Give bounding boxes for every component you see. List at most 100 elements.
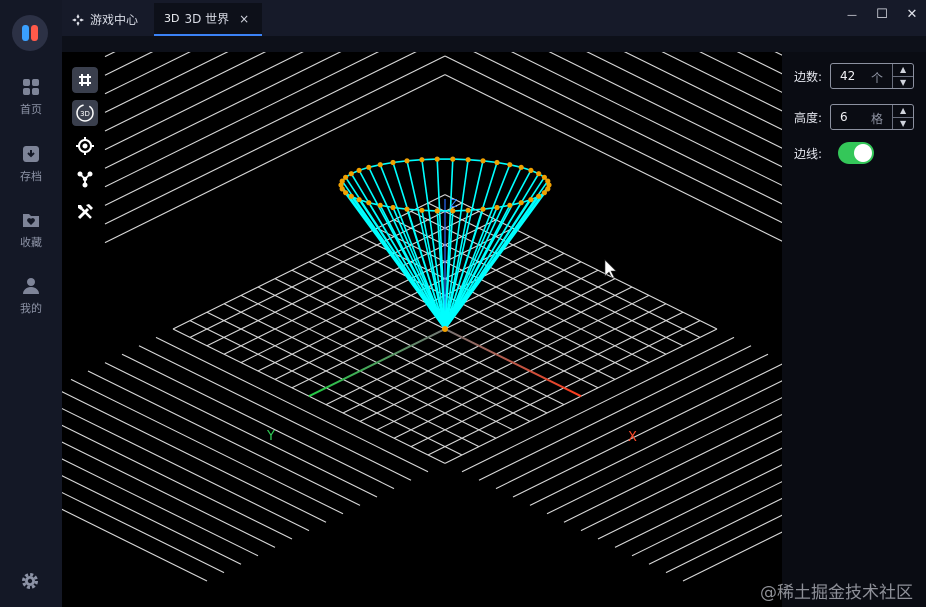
height-row: 高度: 6 格 ▲ ▼ [794, 104, 915, 130]
graph-button[interactable] [72, 166, 98, 192]
grid-icon [23, 79, 39, 95]
floor-stripe-line [648, 497, 782, 565]
grid-planes [62, 52, 782, 582]
settings-button[interactable] [20, 571, 40, 595]
nav-label-favorites: 收藏 [20, 236, 42, 249]
nav-label-archive: 存档 [20, 170, 42, 183]
floor-stripe-line [665, 514, 782, 574]
close-button[interactable]: ✕ [902, 6, 922, 24]
back-wall-line [444, 74, 782, 242]
sides-value[interactable]: 42 [840, 69, 855, 83]
back-wall-line [104, 52, 342, 169]
cone-vertex-dot [404, 206, 410, 212]
cone-vertex-dot [507, 202, 513, 208]
tab-3d-badge: 3D [164, 12, 180, 25]
cone-vertex-dot [480, 158, 486, 164]
nav-item-favorites[interactable]: 收藏 [0, 211, 62, 250]
floor-stripe-line [62, 458, 259, 557]
floor-stripe-line [546, 397, 782, 515]
app-logo[interactable] [12, 15, 48, 51]
cone-vertex-dot [366, 200, 372, 206]
cone-vertex-dot [390, 159, 396, 166]
cone-vertex-dot [465, 157, 471, 163]
cone-vertex-dot [536, 171, 542, 177]
user-icon [23, 278, 39, 294]
edges-toggle[interactable] [838, 142, 875, 164]
cone-vertex-dot [507, 162, 513, 168]
back-wall-line [548, 52, 782, 168]
axis-label-x: X [628, 430, 637, 445]
grid-tool-icon [79, 74, 91, 86]
gamepad-icon [72, 13, 84, 26]
sides-decrement-button[interactable]: ▼ [893, 77, 913, 89]
minimize-icon: — [847, 10, 857, 21]
cone-vertex-dot [390, 204, 396, 211]
3d-rotate-icon: 3D [76, 104, 94, 122]
3d-viewport[interactable]: X Y Z [62, 52, 782, 607]
height-value[interactable]: 6 [840, 110, 848, 124]
gear-icon [22, 573, 38, 589]
mouse-cursor-icon [604, 259, 617, 279]
height-decrement-button[interactable]: ▼ [893, 118, 913, 130]
cone-vertex-dot [434, 208, 440, 214]
cone-vertex-dot [404, 158, 410, 164]
close-icon: ✕ [906, 7, 918, 22]
cone-vertex-dot [536, 193, 542, 199]
floor-stripe-line [70, 378, 344, 515]
cone-vertex-dot [356, 197, 362, 203]
tab-label-3d-world: 3D 世界 [184, 12, 230, 26]
back-wall-line [104, 52, 417, 206]
properties-panel: 边数: 42 个 ▲ ▼ 高度: 6 格 ▲ ▼ 边线: [782, 52, 926, 607]
tab-content-header [62, 36, 926, 52]
3d-view-button[interactable]: 3D [72, 100, 98, 126]
floor-stripe-line [62, 441, 276, 548]
tab-close-button[interactable]: × [239, 12, 249, 26]
back-wall-line [473, 52, 782, 205]
grid-tool-button[interactable] [72, 67, 98, 93]
cone-apex-dot [442, 326, 448, 332]
height-stepper[interactable]: 6 格 ▲ ▼ [830, 104, 915, 130]
back-wall-line [104, 74, 446, 244]
floor-stripe-line [682, 531, 782, 582]
back-wall-line [774, 52, 782, 56]
nav-item-home[interactable]: 首页 [0, 78, 62, 117]
height-increment-button[interactable]: ▲ [893, 105, 914, 118]
cone-vertex-dot [348, 193, 354, 199]
tools-icon [77, 204, 93, 220]
tab-3d-world[interactable]: 3D 3D 世界 × [154, 3, 262, 36]
tab-game-center[interactable]: 游戏中心 [72, 3, 154, 36]
edges-row: 边线: [794, 142, 875, 164]
title-bar: 游戏中心 3D 3D 世界 × — ☐ ✕ [62, 0, 926, 36]
cone-vertex-dot [366, 164, 372, 170]
left-nav-rail: 首页 存档 收藏 我的 [0, 0, 63, 607]
3d-scene[interactable]: X Y Z [62, 52, 782, 607]
viewport-toolbar: 3D [72, 67, 100, 232]
back-wall-line [104, 52, 304, 151]
nav-item-profile[interactable]: 我的 [0, 277, 62, 316]
target-button[interactable] [72, 133, 98, 159]
axes-group [308, 199, 582, 398]
cone-vertex-dot [518, 200, 524, 206]
minimize-button[interactable]: — [842, 6, 862, 24]
back-wall-line [699, 52, 782, 93]
sides-unit: 个 [871, 71, 884, 85]
edges-label: 边线: [794, 146, 823, 161]
floor-stripe-line [529, 380, 782, 506]
cone-vertex-dot [528, 197, 534, 203]
sides-stepper[interactable]: 42 个 ▲ ▼ [830, 63, 915, 89]
height-spinner: ▲ ▼ [892, 105, 914, 130]
floor-stripe-line [62, 508, 208, 582]
toggle-knob [854, 144, 873, 162]
height-label: 高度: [794, 110, 823, 125]
sides-increment-button[interactable]: ▲ [893, 64, 914, 77]
cone-vertex-dot [494, 159, 500, 166]
nav-label-profile: 我的 [20, 302, 42, 315]
floor-stripe-line [62, 491, 225, 574]
tools-button[interactable] [72, 199, 98, 225]
maximize-button[interactable]: ☐ [872, 6, 892, 24]
3d-rotate-label: 3D [80, 110, 90, 118]
height-unit: 格 [871, 112, 884, 126]
cone-vertex-dot [348, 171, 354, 177]
nav-item-archive[interactable]: 存档 [0, 145, 62, 184]
cone-vertex-dot [419, 157, 425, 163]
